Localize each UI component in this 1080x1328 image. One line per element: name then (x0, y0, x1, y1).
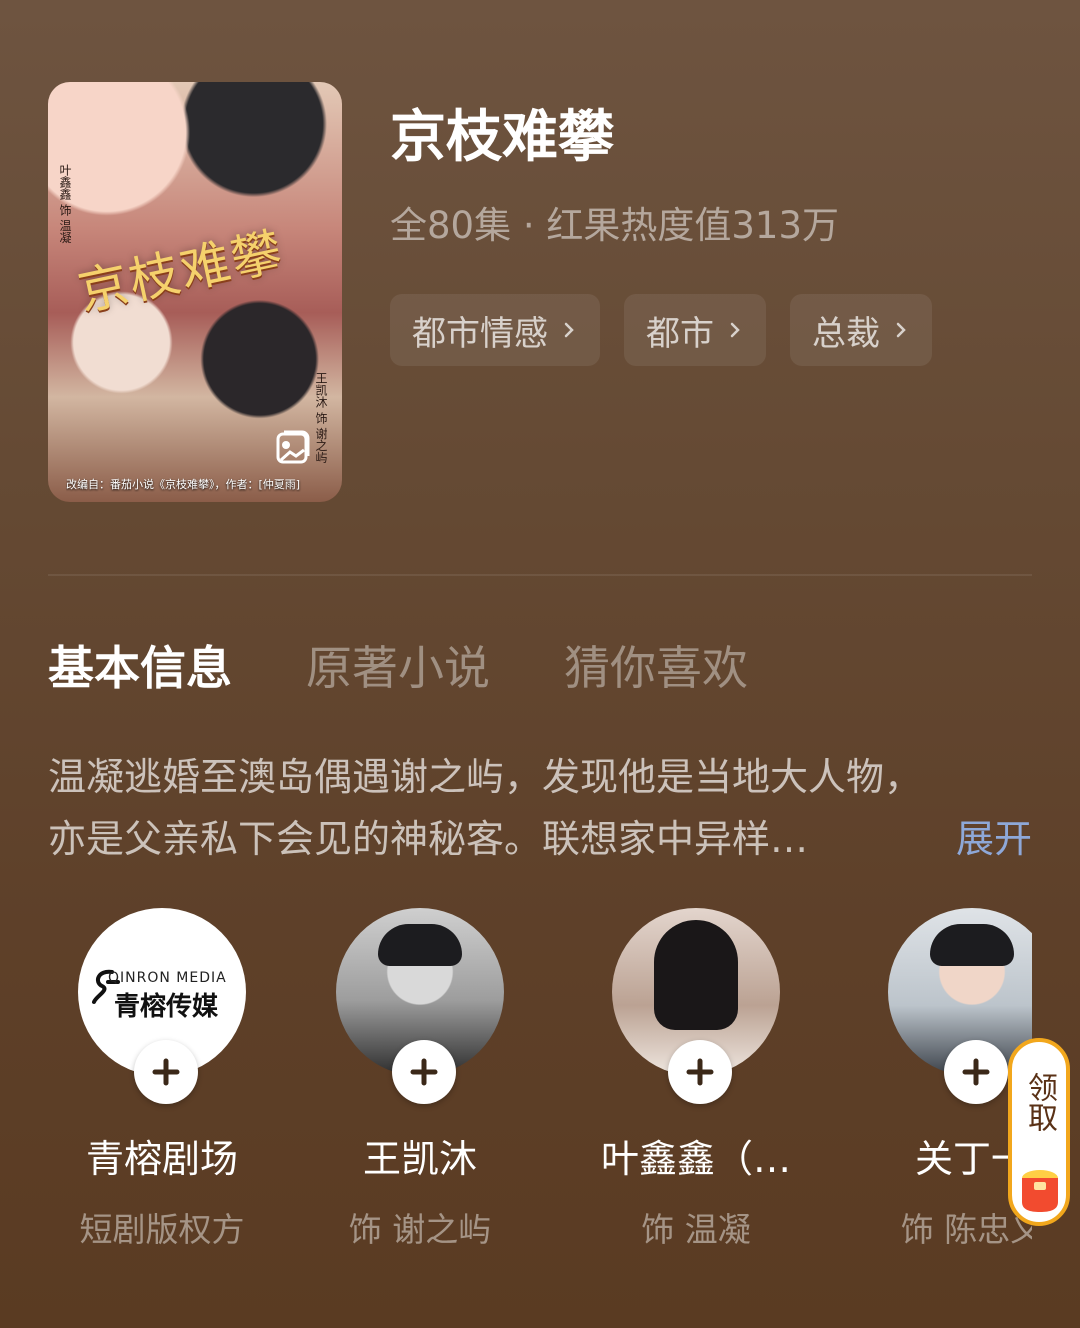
expand-button[interactable]: 展开 (956, 808, 1032, 870)
avatar-hair (930, 924, 1014, 966)
tag-urban[interactable]: 都市 (624, 294, 766, 366)
follow-button[interactable] (668, 1040, 732, 1104)
follow-button[interactable] (392, 1040, 456, 1104)
cast-member-guan[interactable]: 关丁一 饰 陈忠义 (862, 908, 1032, 1248)
tab-basic-info[interactable]: 基本信息 (48, 632, 232, 698)
description: 温凝逃婚至澳岛偶遇谢之屿，发现他是当地大人物， 亦是父亲私下会见的神秘客。联想家… (48, 746, 1032, 870)
cast-role: 饰 陈忠义 (900, 1210, 1032, 1248)
tag-list: 都市情感 都市 总裁 (390, 294, 932, 366)
cast-name: 叶鑫鑫（… (600, 1137, 791, 1181)
poster-side-left-text: 叶鑫鑫 饰 温凝 (58, 164, 72, 244)
cast-member-ye[interactable]: 叶鑫鑫（… 饰 温凝 (586, 908, 806, 1248)
tag-label: 都市情感 (412, 313, 548, 354)
cast-role: 饰 谢之屿 (348, 1210, 492, 1248)
gallery-icon[interactable] (270, 424, 318, 472)
description-line-2-row: 亦是父亲私下会见的神秘客。联想家中异样… 展开 (48, 808, 1032, 870)
tag-label: 总裁 (812, 313, 880, 354)
description-line-1: 温凝逃婚至澳岛偶遇谢之屿，发现他是当地大人物， (48, 755, 923, 799)
claim-reward-button[interactable]: 领取 (1008, 1038, 1070, 1226)
cast-name: 关丁一 (914, 1137, 1029, 1181)
avatar-wrap (862, 908, 1032, 1104)
plus-icon (686, 1058, 714, 1086)
drama-meta: 全80集 · 红果热度值313万 (390, 204, 839, 247)
description-line-2: 亦是父亲私下会见的神秘客。联想家中异样… (48, 817, 809, 861)
red-envelope-icon (1022, 1170, 1058, 1212)
tag-label: 都市 (646, 313, 714, 354)
detail-tabs: 基本信息 原著小说 猜你喜欢 (48, 632, 748, 698)
section-divider (48, 574, 1032, 576)
poster[interactable]: 叶鑫鑫 饰 温凝 王凯沐 饰 谢之屿 京枝难攀 改编自：番茄小说《京枝难攀》，作… (48, 82, 342, 502)
logo-main-text: 青榕传媒 (114, 992, 219, 1022)
cast-role: 饰 温凝 (641, 1210, 751, 1248)
poster-credit: 改编自：番茄小说《京枝难攀》，作者：[仲夏雨] (66, 478, 301, 491)
tag-ceo[interactable]: 总裁 (790, 294, 932, 366)
cast-name: 王凯沐 (362, 1137, 477, 1181)
follow-button[interactable] (944, 1040, 1008, 1104)
tag-urban-romance[interactable]: 都市情感 (390, 294, 600, 366)
poster-title-art: 京枝难攀 (73, 221, 289, 322)
avatar-hair (654, 920, 738, 1030)
cast-member-wang[interactable]: 王凯沐 饰 谢之屿 (310, 908, 530, 1248)
avatar-hair (378, 924, 462, 966)
cast-list: QINRON MEDIA 青榕传媒 青榕剧场 短剧版权方 王凯沐 饰 谢之屿 叶… (52, 908, 1032, 1248)
tab-recommendations[interactable]: 猜你喜欢 (564, 632, 748, 698)
plus-icon (962, 1058, 990, 1086)
avatar-wrap (310, 908, 530, 1104)
chevron-right-icon (730, 322, 740, 338)
cast-member-qingrong[interactable]: QINRON MEDIA 青榕传媒 青榕剧场 短剧版权方 (52, 908, 272, 1248)
plus-icon (410, 1058, 438, 1086)
logo-top-text: QINRON MEDIA (108, 970, 227, 986)
claim-label: 领取 (1022, 1072, 1057, 1132)
cast-role: 短剧版权方 (79, 1210, 245, 1248)
avatar-wrap (586, 908, 806, 1104)
cast-name: 青榕剧场 (85, 1137, 238, 1181)
follow-button[interactable] (134, 1040, 198, 1104)
tab-original-novel[interactable]: 原著小说 (306, 632, 490, 698)
avatar-wrap: QINRON MEDIA 青榕传媒 (52, 908, 272, 1104)
drama-title: 京枝难攀 (390, 105, 614, 170)
plus-icon (152, 1058, 180, 1086)
chevron-right-icon (896, 322, 906, 338)
chevron-right-icon (564, 322, 574, 338)
